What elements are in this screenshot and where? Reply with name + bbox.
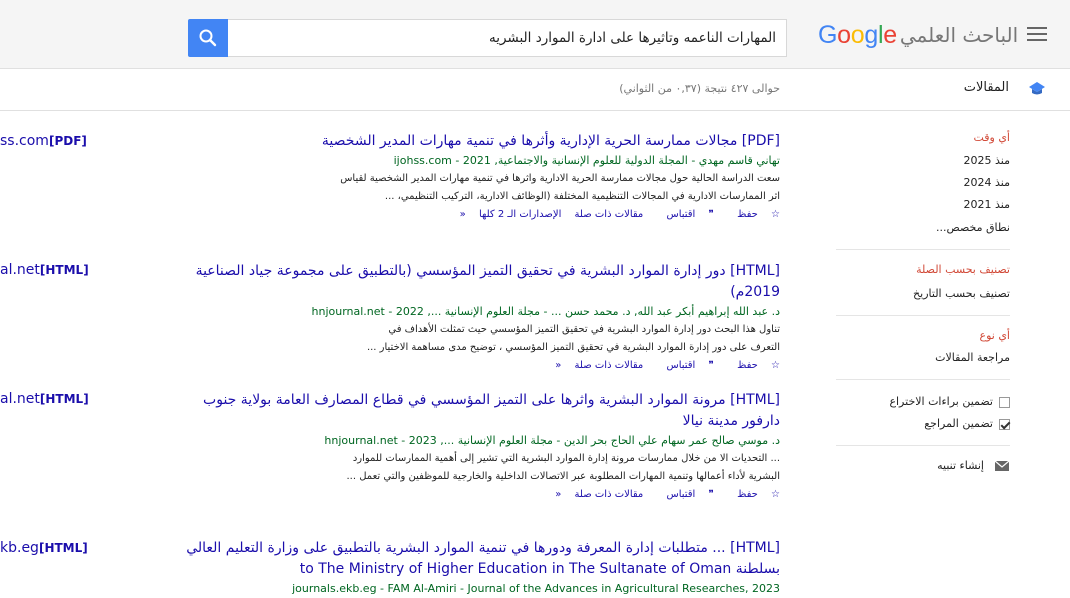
filter-any-type[interactable]: أي نوع bbox=[980, 329, 1010, 342]
result-type-tag: [HTML] bbox=[730, 263, 780, 279]
result-type-tag: [HTML] bbox=[730, 392, 780, 408]
related-articles-link[interactable]: مقالات ذات صلة bbox=[575, 489, 644, 500]
star-icon: ☆ bbox=[771, 489, 780, 500]
result-snippet: تناول هذا البحث دور إدارة الموارد البشري… bbox=[388, 324, 780, 335]
result-meta: د. عبد الله إبراهيم أبكر عبد الله, د. مح… bbox=[311, 305, 781, 318]
fulltext-link[interactable]: al.net[HTML] bbox=[0, 262, 95, 278]
filter-review-articles[interactable]: مراجعة المقالات bbox=[935, 351, 1010, 364]
result-title: مجالات ممارسة الحرية الإدارية وأثرها في … bbox=[321, 133, 738, 149]
result-meta: تهاني قاسم مهدي - المجلة الدولية للعلوم … bbox=[393, 154, 780, 167]
quote-icon: ❞ bbox=[708, 209, 714, 220]
filter-since-2024[interactable]: منذ 2024 bbox=[964, 176, 1010, 189]
star-icon: ☆ bbox=[771, 209, 780, 220]
result-meta: journals.ekb.eg - FAM Al-Amiri - Journal… bbox=[292, 582, 780, 595]
divider bbox=[836, 315, 1010, 316]
graduation-cap-icon bbox=[1029, 82, 1045, 95]
include-patents-option[interactable]: تضمين براءات الاختراع bbox=[889, 395, 1010, 408]
quote-icon: ❞ bbox=[708, 360, 714, 371]
result-title-link[interactable]: [HTML] دور إدارة الموارد البشرية في تحقي… bbox=[180, 261, 780, 303]
save-button[interactable]: ☆ حفظ bbox=[727, 209, 780, 220]
result-snippet: سعت الدراسة الحالية حول مجالات ممارسة ال… bbox=[340, 173, 780, 184]
cite-label: اقتباس bbox=[666, 209, 696, 220]
save-label: حفظ bbox=[737, 209, 758, 220]
fulltext-link[interactable]: al.net[HTML] bbox=[0, 391, 95, 407]
search-result: [HTML] دور إدارة الموارد البشرية في تحقي… bbox=[180, 261, 780, 375]
all-versions-link[interactable]: الإصدارات الـ 2 كلها bbox=[479, 209, 561, 220]
cite-button[interactable]: ❞ اقتباس bbox=[656, 489, 713, 500]
include-patents-label: تضمين براءات الاختراع bbox=[889, 395, 993, 408]
more-icon[interactable]: « bbox=[555, 489, 561, 500]
save-label: حفظ bbox=[737, 489, 758, 500]
fulltext-tag: [HTML] bbox=[39, 263, 89, 277]
result-title-link[interactable]: [PDF] مجالات ممارسة الحرية الإدارية وأثر… bbox=[180, 131, 780, 152]
envelope-icon bbox=[994, 460, 1010, 471]
divider bbox=[836, 445, 1010, 446]
result-stats: حوالى ٤٢٧ نتيجة (٠,٣٧ من الثواني) bbox=[619, 82, 780, 95]
cite-button[interactable]: ❞ اقتباس bbox=[656, 209, 713, 220]
fulltext-tag: [HTML] bbox=[39, 392, 89, 406]
filter-custom-range[interactable]: نطاق مخصص... bbox=[936, 221, 1010, 234]
quote-icon: ❞ bbox=[708, 489, 714, 500]
cite-button[interactable]: ❞ اقتباس bbox=[656, 360, 713, 371]
related-articles-link[interactable]: مقالات ذات صلة bbox=[575, 360, 644, 371]
search-icon bbox=[199, 29, 217, 47]
sort-date[interactable]: تصنيف بحسب التاريخ bbox=[913, 287, 1010, 300]
sub-bar bbox=[0, 69, 1070, 111]
create-alert-button[interactable]: إنشاء تنبيه bbox=[937, 459, 1010, 472]
fulltext-domain: kb.eg bbox=[0, 540, 39, 556]
result-snippet: التعرف على دور إدارة الموارد البشرية في … bbox=[366, 342, 780, 353]
fulltext-domain: ss.com bbox=[0, 133, 49, 149]
include-citations-option[interactable]: تضمين المراجع bbox=[924, 417, 1010, 430]
search-result: [PDF] مجالات ممارسة الحرية الإدارية وأثر… bbox=[180, 131, 780, 224]
search-button[interactable] bbox=[188, 19, 228, 57]
result-title-link[interactable]: [HTML] مرونة الموارد البشرية واثرها على … bbox=[180, 390, 780, 432]
search-result: [HTML] مرونة الموارد البشرية واثرها على … bbox=[180, 390, 780, 504]
fulltext-domain: al.net bbox=[0, 262, 40, 278]
more-icon[interactable]: « bbox=[555, 360, 561, 371]
result-type-tag: [PDF] bbox=[741, 133, 780, 149]
fulltext-link[interactable]: ss.com[PDF] bbox=[0, 133, 93, 149]
result-type-tag: [HTML] bbox=[730, 540, 780, 556]
search-result: [HTML] ... متطلبات إدارة المعرفة ودورها … bbox=[180, 538, 780, 598]
result-snippet: البشرية لأداء أعمالها وتنمية المهارات ال… bbox=[346, 471, 781, 482]
logo[interactable]: Google الباحث العلمي bbox=[818, 20, 1018, 52]
include-citations-label: تضمين المراجع bbox=[924, 417, 993, 430]
result-title-link[interactable]: [HTML] ... متطلبات إدارة المعرفة ودورها … bbox=[180, 538, 780, 580]
filter-since-2025[interactable]: منذ 2025 bbox=[964, 154, 1010, 167]
result-actions: ☆ حفظ ❞ اقتباس مقالات ذات صلة « bbox=[180, 357, 780, 375]
cite-label: اقتباس bbox=[666, 489, 696, 500]
star-icon: ☆ bbox=[771, 360, 780, 371]
filter-any-time[interactable]: أي وقت bbox=[973, 131, 1010, 144]
result-snippet: اثر الممارسات الادارية في المجالات التنظ… bbox=[384, 191, 780, 202]
result-title: ... متطلبات إدارة المعرفة ودورها في تنمي… bbox=[186, 540, 780, 577]
fulltext-domain: al.net bbox=[0, 391, 40, 407]
related-articles-link[interactable]: مقالات ذات صلة bbox=[575, 209, 644, 220]
result-title: مرونة الموارد البشرية واثرها على التميز … bbox=[203, 392, 780, 429]
result-actions: ☆ حفظ ❞ اقتباس مقالات ذات صلة الإصدارات … bbox=[180, 206, 780, 224]
fulltext-link[interactable]: kb.eg[HTML] bbox=[0, 540, 94, 556]
filter-since-2021[interactable]: منذ 2021 bbox=[964, 198, 1010, 211]
create-alert-label: إنشاء تنبيه bbox=[937, 459, 984, 472]
result-actions: ☆ حفظ ❞ اقتباس مقالات ذات صلة « bbox=[180, 486, 780, 504]
search-input[interactable]: المهارات الناعمه وتاثيرها على ادارة المو… bbox=[228, 19, 787, 57]
sort-relevance[interactable]: تصنيف بحسب الصلة bbox=[916, 263, 1010, 276]
include-patents-checkbox[interactable] bbox=[999, 396, 1010, 408]
save-label: حفظ bbox=[737, 360, 758, 371]
result-snippet: ... التحديات الا من خلال ممارسات مرونة إ… bbox=[352, 453, 780, 464]
google-logo-text: Google bbox=[818, 21, 897, 49]
more-icon[interactable]: « bbox=[460, 209, 466, 220]
fulltext-tag: [HTML] bbox=[38, 541, 88, 555]
divider bbox=[836, 249, 1010, 250]
menu-icon[interactable] bbox=[1027, 27, 1047, 43]
save-button[interactable]: ☆ حفظ bbox=[727, 489, 780, 500]
section-label: المقالات bbox=[963, 80, 1009, 95]
result-title: دور إدارة الموارد البشرية في تحقيق التمي… bbox=[195, 263, 780, 300]
include-citations-checkbox[interactable] bbox=[999, 418, 1010, 430]
fulltext-tag: [PDF] bbox=[48, 134, 87, 148]
cite-label: اقتباس bbox=[666, 360, 696, 371]
scholar-logo-text: الباحث العلمي bbox=[899, 23, 1019, 47]
result-meta: د. موسي صالح عمر سهام علي الحاج بحر الدي… bbox=[324, 434, 780, 447]
divider bbox=[836, 379, 1010, 380]
save-button[interactable]: ☆ حفظ bbox=[727, 360, 780, 371]
